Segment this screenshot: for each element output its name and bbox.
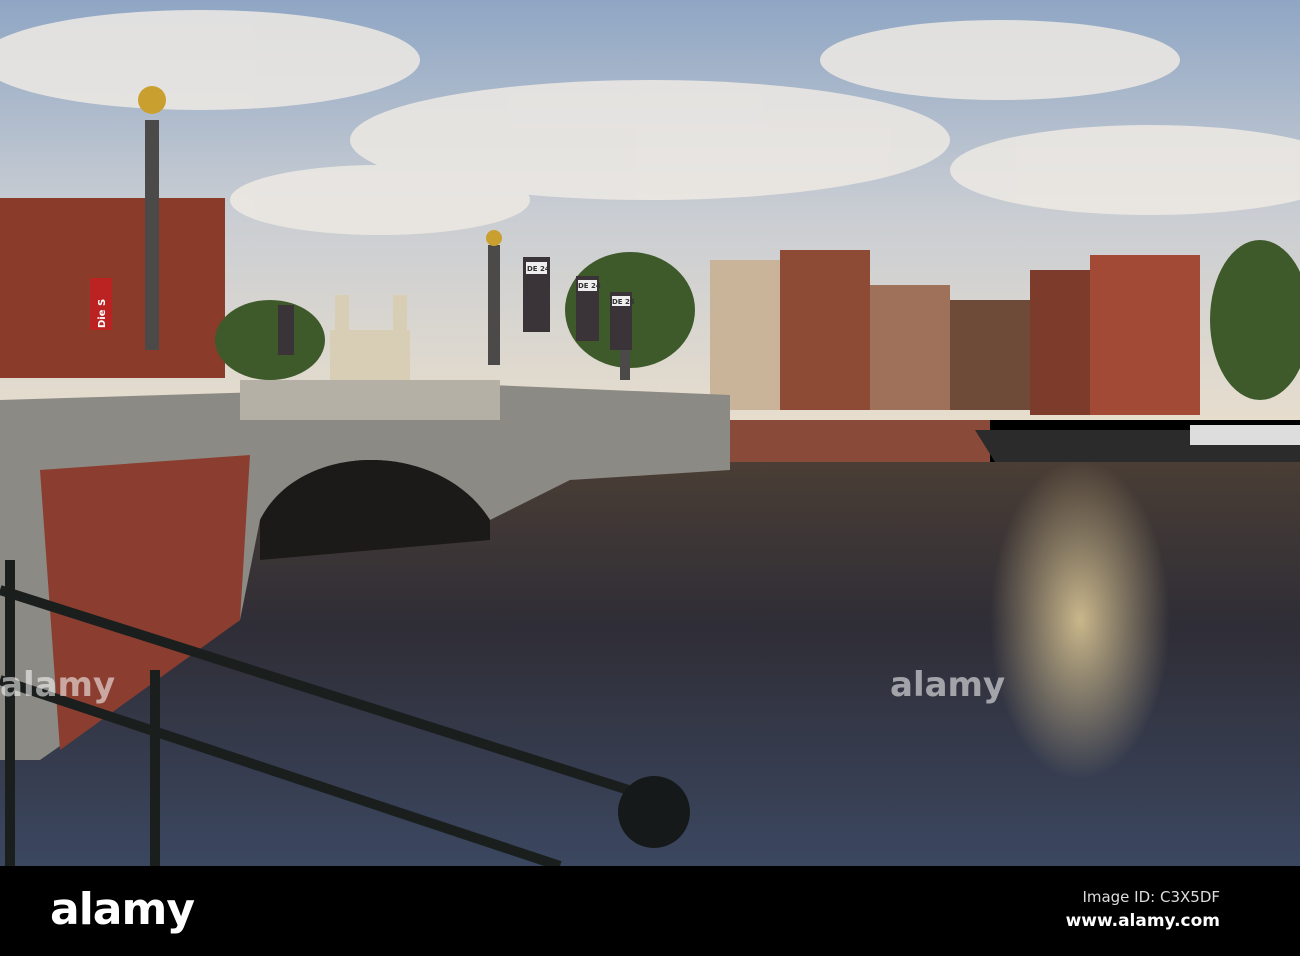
watermark-right: alamy xyxy=(890,665,1006,705)
quay-wall xyxy=(720,420,990,465)
banner-text: DE 24 xyxy=(527,265,550,273)
railing-finial xyxy=(618,776,690,848)
image-id: Image ID: C3X5DF xyxy=(1082,888,1220,906)
canal-bridge-photo: Die S DE 24 DE 24 DE 24 xyxy=(0,0,1300,866)
theatre-building xyxy=(0,198,225,378)
stock-photo: Die S DE 24 DE 24 DE 24 alamy alamy alam… xyxy=(0,0,1300,956)
watermark-left: alamy xyxy=(0,665,116,705)
banner-text: DE 24 xyxy=(578,282,601,290)
banner-text: DE 24 xyxy=(612,298,635,306)
red-sign-text: Die S xyxy=(97,299,108,328)
alamy-logo: alamy xyxy=(50,884,195,935)
site-url: www.alamy.com xyxy=(1065,911,1220,931)
watermark-bar: alamy Image ID: C3X5DF www.alamy.com xyxy=(0,866,1300,956)
